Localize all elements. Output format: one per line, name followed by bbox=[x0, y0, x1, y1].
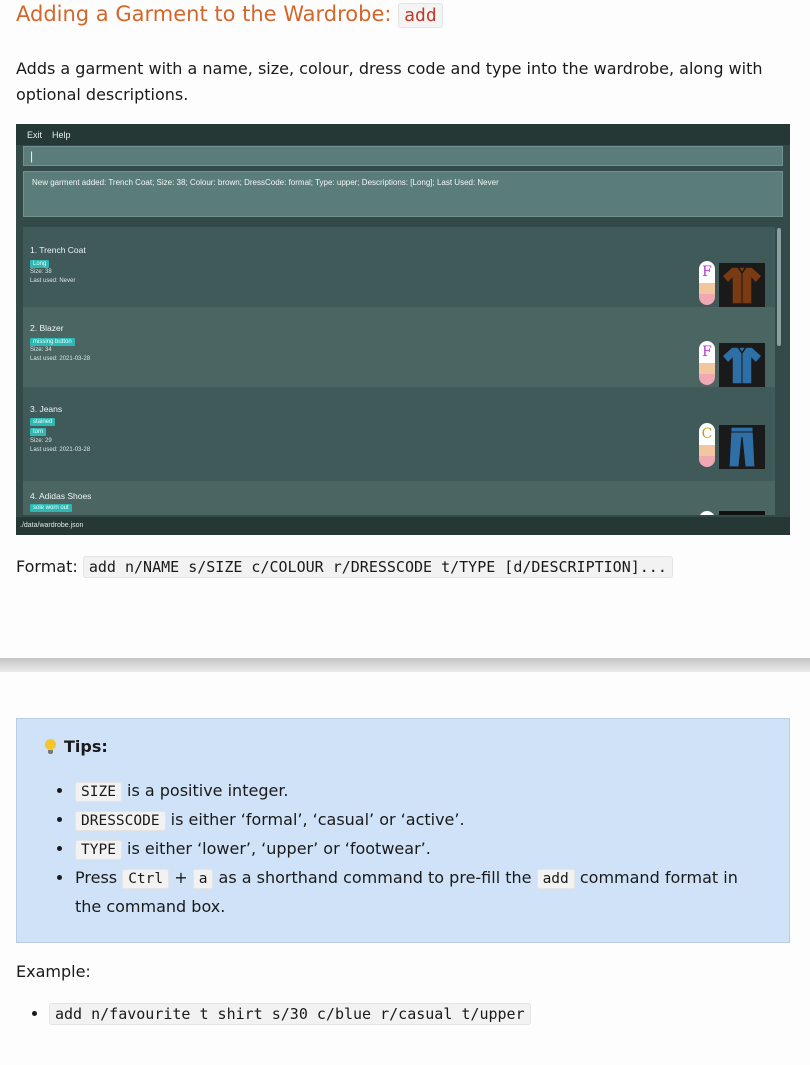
dresscode-letter: F bbox=[699, 261, 715, 283]
lightbulb-icon bbox=[45, 738, 56, 755]
command-input[interactable]: | bbox=[23, 146, 783, 166]
result-display: New garment added: Trench Coat; Size: 38… bbox=[23, 171, 783, 217]
tip-code: a bbox=[192, 869, 214, 889]
dresscode-letter: F bbox=[699, 341, 715, 363]
garment-card[interactable]: 2. Blazer missing button Size: 34 Last u… bbox=[23, 307, 775, 387]
tip-text: as a shorthand command to pre-fill the bbox=[213, 868, 537, 887]
tip-code: DRESSCODE bbox=[75, 811, 166, 831]
garment-name: 1. Trench Coat bbox=[30, 245, 86, 255]
tip-code: SIZE bbox=[75, 782, 122, 802]
tip-text: Press bbox=[75, 868, 123, 887]
shirt-icon bbox=[719, 263, 765, 307]
page: Adding a Garment to the Wardrobe: add Ad… bbox=[0, 0, 810, 1065]
tips-list: SIZE is a positive integer. DRESSCODE is… bbox=[57, 777, 764, 920]
menu-exit[interactable]: Exit bbox=[27, 130, 42, 140]
garment-name: 2. Blazer bbox=[30, 323, 64, 333]
app-screenshot: Exit Help | New garment added: Trench Co… bbox=[16, 124, 790, 535]
garment-last-used: Last used: Never bbox=[30, 278, 76, 284]
shoe-icon bbox=[719, 511, 765, 515]
section-title-code: add bbox=[398, 3, 443, 28]
tip-text: is a positive integer. bbox=[121, 781, 289, 800]
garment-list[interactable]: 1. Trench Coat Long Size: 38 Last used: … bbox=[23, 227, 775, 515]
garment-name: 3. Jeans bbox=[30, 404, 63, 414]
garment-tag: stained bbox=[30, 418, 56, 426]
format-line: Format: add n/NAME s/SIZE c/COLOUR r/DRE… bbox=[16, 553, 673, 581]
list-scrollbar[interactable] bbox=[777, 228, 781, 346]
jeans-icon bbox=[719, 425, 765, 469]
tip-text: + bbox=[169, 868, 193, 887]
tip-item: TYPE is either ‘lower’, ‘upper’ or ‘foot… bbox=[74, 835, 764, 864]
section-intro: Adds a garment with a name, size, colour… bbox=[16, 59, 763, 104]
dresscode-badge: F bbox=[699, 261, 715, 305]
tips-box: Tips: SIZE is a positive integer. DRESSC… bbox=[16, 718, 790, 943]
example-list: add n/favourite t shirt s/30 c/blue r/ca… bbox=[32, 1003, 531, 1025]
tip-code: TYPE bbox=[75, 840, 122, 860]
dresscode-badge: F bbox=[699, 341, 715, 385]
dresscode-badge bbox=[699, 511, 715, 515]
example-label: Example: bbox=[16, 962, 91, 981]
dresscode-badge: C bbox=[699, 423, 715, 467]
garment-name: 4. Adidas Shoes bbox=[30, 491, 92, 501]
garment-size: Size: 34 bbox=[30, 347, 52, 353]
tip-item: DRESSCODE is either ‘formal’, ‘casual’ o… bbox=[74, 806, 764, 835]
page-divider bbox=[0, 658, 810, 672]
garment-last-used: Last used: 2021-03-28 bbox=[30, 447, 91, 453]
example-item: add n/favourite t shirt s/30 c/blue r/ca… bbox=[49, 1003, 531, 1025]
tips-heading-text: Tips: bbox=[64, 737, 108, 756]
section-title-text: Adding a Garment to the Wardrobe: bbox=[16, 2, 392, 26]
garment-size: Size: 38 bbox=[30, 269, 52, 275]
format-code: add n/NAME s/SIZE c/COLOUR r/DRESSCODE t… bbox=[82, 556, 673, 578]
dresscode-letter: C bbox=[699, 423, 715, 445]
tip-code: add bbox=[536, 869, 575, 889]
status-bar: ./data/wardrobe.json bbox=[16, 517, 790, 535]
section-title: Adding a Garment to the Wardrobe: add bbox=[16, 2, 443, 28]
garment-tag: Long bbox=[30, 260, 50, 268]
menu-bar: Exit Help bbox=[16, 124, 790, 145]
tip-item: Press Ctrl + a as a shorthand command to… bbox=[74, 864, 764, 920]
example-code: add n/favourite t shirt s/30 c/blue r/ca… bbox=[49, 1003, 531, 1025]
menu-help[interactable]: Help bbox=[52, 130, 71, 140]
tip-text: is either ‘formal’, ‘casual’ or ‘active’… bbox=[165, 810, 465, 829]
tip-item: SIZE is a positive integer. bbox=[74, 777, 764, 806]
garment-size: Size: 29 bbox=[30, 438, 52, 444]
shirt-icon bbox=[719, 343, 765, 387]
garment-card[interactable]: 3. Jeans stained torn Size: 29 Last used… bbox=[23, 387, 775, 481]
garment-last-used: Last used: 2021-03-28 bbox=[30, 356, 91, 362]
format-label: Format: bbox=[16, 557, 78, 576]
garment-tag: sole worn out bbox=[30, 504, 72, 512]
garment-tag: missing button bbox=[30, 338, 75, 346]
garment-tag: torn bbox=[30, 428, 47, 436]
garment-card[interactable]: 1. Trench Coat Long Size: 38 Last used: … bbox=[23, 227, 775, 307]
tip-text: is either ‘lower’, ‘upper’ or ‘footwear’… bbox=[121, 839, 431, 858]
tips-heading: Tips: bbox=[45, 737, 108, 756]
garment-card[interactable]: 4. Adidas Shoes sole worn out bbox=[23, 481, 775, 515]
tip-code: Ctrl bbox=[122, 869, 170, 889]
